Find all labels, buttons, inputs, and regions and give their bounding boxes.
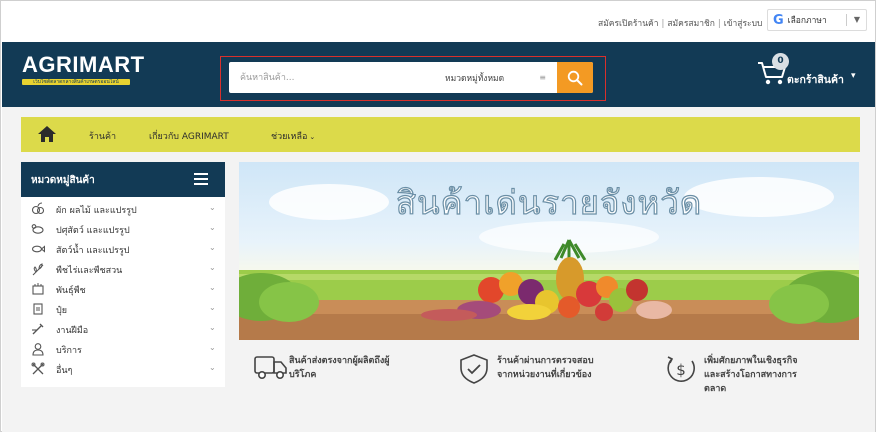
top-link-separator: |: [661, 19, 665, 29]
google-g-icon: G: [773, 12, 784, 28]
chevron-down-icon: ⌄: [309, 133, 316, 141]
category-item-seeds[interactable]: พันธุ์พืช ⌄: [21, 280, 225, 298]
category-item-fertilizer[interactable]: ปุ๋ย ⌄: [21, 300, 225, 318]
menu-item-shops[interactable]: ร้านค้า: [89, 129, 116, 143]
feature-line: สินค้าส่งตรงจากผู้ผลิตถึงผู้: [289, 356, 390, 366]
register-member-link[interactable]: สมัครสมาชิก: [667, 19, 715, 29]
category-label: ผัก ผลไม้ และแปรรูป: [56, 206, 137, 216]
featured-products-banner[interactable]: สินค้าเด่นรายจังหวัด: [239, 162, 859, 340]
feature-business-potential: $ เพิ่มศักยภาพในเชิงธุรกิจ และสร้างโอกาส…: [664, 353, 854, 403]
logo-tagline: เว็บไซต์ตลาดกลางสินค้าเกษตรออนไลน์: [22, 79, 130, 85]
feature-verified-shops: ร้านค้าผ่านการตรวจสอบ จากหน่วยงานที่เกี่…: [457, 353, 647, 403]
category-item-fruits[interactable]: ผัก ผลไม้ และแปรรูป ⌄: [21, 200, 225, 218]
page-frame: สมัครเปิดร้านค้า | สมัครสมาชิก | เข้าสู่ระบบ…: [0, 0, 876, 432]
chevron-down-icon: ⌄: [209, 323, 216, 332]
cart-label: ตะกร้าสินค้า: [787, 74, 844, 86]
feature-line: เพิ่มศักยภาพในเชิงธุรกิจ: [704, 356, 798, 366]
chevron-down-icon: ⌄: [209, 363, 216, 372]
shield-check-icon: [460, 354, 488, 384]
category-label: ปุ๋ย: [56, 306, 67, 316]
fertilizer-icon: [33, 303, 43, 315]
search-category-select[interactable]: หมวดหมู่ทั้งหมด ≡: [436, 62, 556, 93]
category-item-services[interactable]: บริการ ⌄: [21, 340, 225, 358]
language-selector[interactable]: G เลือกภาษา ▼: [767, 9, 867, 31]
language-label: เลือกภาษา: [787, 16, 827, 26]
chevron-down-icon: ⌄: [209, 223, 216, 232]
feature-direct-from-producer: สินค้าส่งตรงจากผู้ผลิตถึงผู้ บริโภค: [253, 353, 443, 403]
feature-line: ตลาด: [704, 384, 727, 394]
category-label: บริการ: [56, 346, 82, 356]
craft-icon: [32, 323, 44, 335]
top-link-separator: |: [717, 19, 721, 29]
caret-down-icon: ▼: [853, 15, 860, 24]
register-shop-link[interactable]: สมัครเปิดร้านค้า: [598, 19, 658, 29]
fish-icon: [31, 245, 45, 253]
banner-title: สินค้าเด่นรายจังหวัด: [395, 182, 703, 222]
agrimart-logo[interactable]: AGRIMART เว็บไซต์ตลาดกลางสินค้าเกษตรออนไ…: [22, 53, 145, 85]
feature-line: จากหน่วยงานที่เกี่ยวข้อง: [497, 370, 592, 380]
tools-icon: [31, 362, 45, 375]
main-menubar: ร้านค้า เกี่ยวกับ AGRIMART ช่วยเหลือ ⌄: [21, 117, 860, 152]
category-label: อื่นๆ: [56, 366, 73, 376]
category-item-crops[interactable]: พืชไร่และพืชสวน ⌄: [21, 260, 225, 278]
search-category-value: หมวดหมู่ทั้งหมด: [445, 73, 505, 84]
chevron-down-icon: ⌄: [209, 283, 216, 292]
fruit-icon: [31, 202, 45, 215]
cart-caret-icon: ▾: [851, 71, 856, 81]
category-item-handicraft[interactable]: งานฝีมือ ⌄: [21, 320, 225, 338]
category-label: พันธุ์พืช: [56, 286, 86, 296]
feature-line: และสร้างโอกาสทางการ: [704, 370, 797, 380]
svg-text:$: $: [676, 361, 686, 379]
search-icon: [567, 70, 583, 85]
cart-count-badge: 0: [772, 53, 789, 70]
service-icon: [32, 343, 44, 356]
chevron-down-icon: ⌄: [209, 303, 216, 312]
feature-line: บริโภค: [289, 370, 317, 380]
livestock-icon: [31, 224, 44, 234]
truck-icon: [254, 356, 287, 379]
feature-text: สินค้าส่งตรงจากผู้ผลิตถึงผู้ บริโภค: [289, 354, 389, 382]
search-bar: หมวดหมู่ทั้งหมด ≡: [229, 62, 593, 93]
chevron-down-icon: ⌄: [209, 243, 216, 252]
home-icon[interactable]: [37, 125, 57, 143]
sidebar-header: หมวดหมู่สินค้า: [21, 162, 225, 197]
menu-item-help[interactable]: ช่วยเหลือ ⌄: [271, 129, 315, 143]
category-item-others[interactable]: อื่นๆ ⌄: [21, 360, 225, 378]
category-item-aquatic[interactable]: สัตว์น้ำ และแปรรูป ⌄: [21, 240, 225, 258]
category-label: พืชไร่และพืชสวน: [56, 266, 123, 276]
category-sidebar: หมวดหมู่สินค้า ผัก ผลไม้ และแปรรูป ⌄ ปศุ…: [21, 162, 225, 387]
feature-line: ร้านค้าผ่านการตรวจสอบ: [497, 356, 594, 366]
chevron-down-icon: ⌄: [209, 343, 216, 352]
dollar-growth-icon: $: [667, 356, 695, 382]
menu-item-about[interactable]: เกี่ยวกับ AGRIMART: [149, 129, 229, 143]
plant-icon: [32, 263, 44, 276]
logo-text: AGRIMART: [22, 52, 145, 77]
category-item-livestock[interactable]: ปศุสัตว์ และแปรรูป ⌄: [21, 220, 225, 238]
category-label: สัตว์น้ำ และแปรรูป: [56, 246, 130, 256]
sidebar-title: หมวดหมู่สินค้า: [31, 175, 95, 186]
login-link[interactable]: เข้าสู่ระบบ: [724, 19, 763, 29]
category-caret-icon: ≡: [539, 73, 546, 82]
hamburger-menu-icon[interactable]: [194, 173, 208, 185]
category-label: ปศุสัตว์ และแปรรูป: [56, 226, 130, 236]
chevron-down-icon: ⌄: [209, 203, 216, 212]
language-divider: [846, 14, 847, 26]
top-bar: สมัครเปิดร้านค้า | สมัครสมาชิก | เข้าสู่ระบบ…: [2, 2, 875, 42]
chevron-down-icon: ⌄: [209, 263, 216, 272]
cart-button[interactable]: 0 ตะกร้าสินค้า ▾: [757, 53, 865, 97]
menu-item-help-label: ช่วยเหลือ: [271, 132, 308, 142]
category-label: งานฝีมือ: [56, 326, 89, 336]
top-links: สมัครเปิดร้านค้า | สมัครสมาชิก | เข้าสู่ระบบ: [598, 16, 762, 30]
feature-text: เพิ่มศักยภาพในเชิงธุรกิจ และสร้างโอกาสทา…: [704, 354, 797, 396]
seed-icon: [32, 283, 44, 295]
feature-text: ร้านค้าผ่านการตรวจสอบ จากหน่วยงานที่เกี่…: [497, 354, 594, 382]
search-input[interactable]: [229, 62, 436, 93]
search-button[interactable]: [557, 62, 593, 93]
